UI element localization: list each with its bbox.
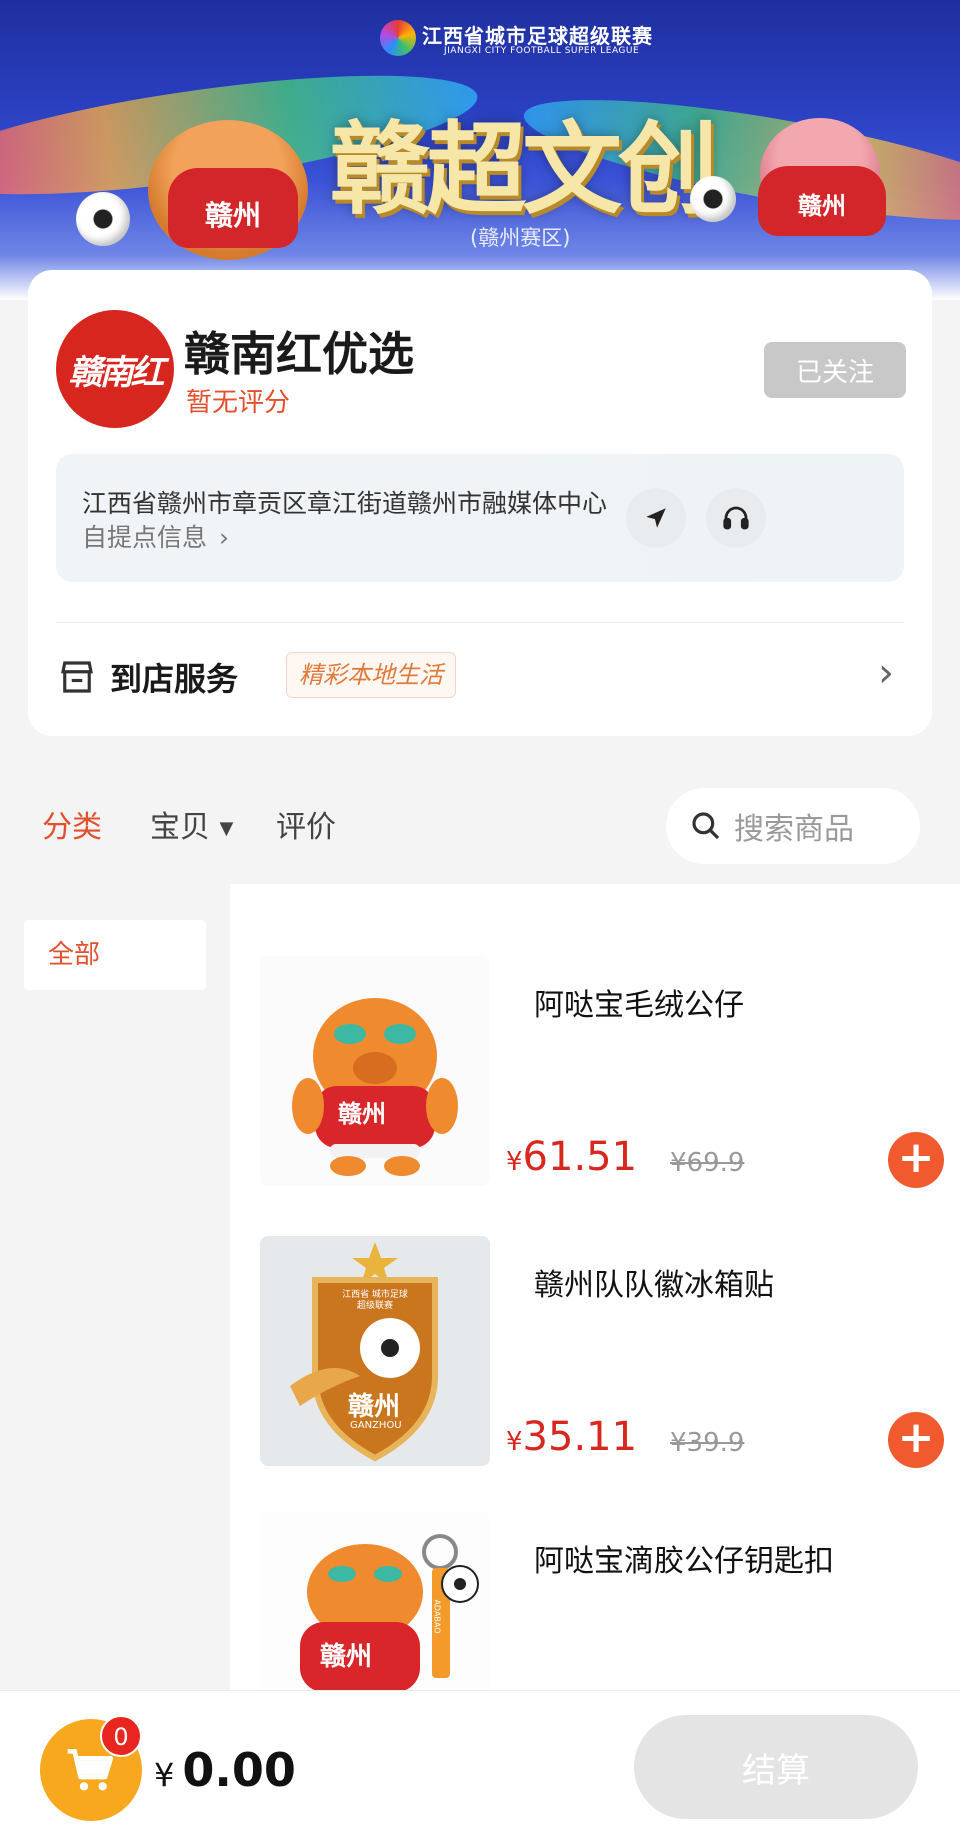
- store-rating: 暂无评分: [186, 388, 291, 418]
- league-title: 江西省城市足球超级联赛: [422, 24, 653, 48]
- mascot-right-shirt: 赣州: [758, 166, 886, 236]
- product-image-label: 赣州: [348, 1392, 401, 1422]
- local-life-tag: 精彩本地生活: [286, 652, 456, 698]
- divider: [56, 622, 904, 623]
- product-card[interactable]: 赣州 ADABAO 阿哒宝滴胶公仔钥匙扣: [260, 1512, 960, 1690]
- tab-items[interactable]: 宝贝 ▼: [150, 802, 233, 846]
- product-card[interactable]: 赣州 阿哒宝毛绒公仔 ¥61.51 ¥69.9 +: [260, 956, 960, 1196]
- follow-button[interactable]: 已关注: [764, 342, 906, 398]
- product-list[interactable]: 赣州 阿哒宝毛绒公仔 ¥61.51 ¥69.9 + 江西省 城市足球超级联赛 赣…: [230, 884, 960, 1690]
- product-image[interactable]: 赣州 ADABAO: [260, 1512, 490, 1690]
- caret-down-icon: ▼: [219, 818, 234, 839]
- product-image-tag: ADABAO: [432, 1599, 442, 1634]
- checkout-button[interactable]: 结算: [634, 1715, 918, 1819]
- in-store-service-row[interactable]: 到店服务 精彩本地生活 ›: [56, 642, 904, 712]
- store-name: 赣南红优选: [184, 327, 414, 381]
- plush-mascot-image: [292, 998, 458, 1176]
- add-to-cart-button[interactable]: +: [888, 1132, 944, 1188]
- league-logo-icon: [380, 20, 416, 56]
- in-store-service-label: 到店服务: [110, 660, 239, 698]
- football-icon: [76, 192, 130, 246]
- product-price: ¥61.51: [506, 1134, 637, 1180]
- original-price: ¥69.9: [670, 1148, 745, 1178]
- navigate-button[interactable]: [626, 488, 686, 548]
- keychain-mascot-image: [300, 1534, 479, 1690]
- league-subtitle: JIANGXI CITY FOOTBALL SUPER LEAGUE: [444, 46, 640, 56]
- tab-reviews[interactable]: 评价: [276, 802, 336, 846]
- store-tabs: 分类 宝贝 ▼ 评价 搜索商品: [0, 784, 960, 864]
- product-name[interactable]: 阿哒宝毛绒公仔: [534, 980, 744, 1024]
- banner-subtitle: (赣州赛区): [470, 226, 571, 250]
- store-icon: [61, 661, 93, 693]
- product-image-label: 赣州: [320, 1642, 373, 1672]
- team-badge-image: [290, 1242, 438, 1462]
- tab-category[interactable]: 分类: [42, 802, 102, 846]
- store-address: 江西省赣州市章贡区章江街道赣州市融媒体中心: [82, 489, 608, 518]
- promo-banner[interactable]: 江西省城市足球超级联赛 JIANGXI CITY FOOTBALL SUPER …: [0, 0, 960, 300]
- chevron-right-icon: ›: [218, 523, 229, 552]
- pickup-info-link[interactable]: 自提点信息 ›: [82, 518, 229, 554]
- tab-items-label: 宝贝: [150, 810, 210, 845]
- product-image-sublabel: GANZHOU: [350, 1420, 402, 1431]
- customer-service-button[interactable]: [706, 488, 766, 548]
- price-value: 35.11: [522, 1414, 638, 1460]
- price-value: 61.51: [522, 1134, 638, 1180]
- product-image-top-text: 江西省 城市足球超级联赛: [342, 1290, 408, 1311]
- banner-title: 赣超文创: [330, 110, 718, 228]
- pickup-info-label: 自提点信息: [82, 523, 208, 552]
- cart-count-badge: 0: [100, 1715, 142, 1757]
- category-sidebar: 全部: [0, 884, 230, 1690]
- add-to-cart-button[interactable]: +: [888, 1412, 944, 1468]
- currency-symbol: ¥: [154, 1756, 175, 1794]
- search-placeholder: 搜索商品: [734, 812, 854, 847]
- headset-icon: [723, 506, 749, 530]
- product-card[interactable]: 江西省 城市足球超级联赛 赣州 GANZHOU 赣州队队徽冰箱贴 ¥35.11 …: [260, 1236, 960, 1476]
- store-card: 赣南红 赣南红优选 暂无评分 已关注 江西省赣州市章贡区章江街道赣州市融媒体中心…: [28, 270, 932, 736]
- store-logo: 赣南红: [56, 310, 174, 428]
- cart-total-value: 0.00: [182, 1743, 296, 1797]
- search-input[interactable]: 搜索商品: [666, 788, 920, 864]
- product-price: ¥35.11: [506, 1414, 637, 1460]
- currency-symbol: ¥: [506, 1427, 523, 1457]
- plus-icon: +: [897, 1412, 935, 1463]
- address-box: 江西省赣州市章贡区章江街道赣州市融媒体中心 自提点信息 ›: [56, 454, 904, 582]
- product-image[interactable]: 赣州: [260, 956, 490, 1186]
- product-name[interactable]: 赣州队队徽冰箱贴: [534, 1260, 774, 1304]
- search-icon: [692, 812, 720, 840]
- product-name[interactable]: 阿哒宝滴胶公仔钥匙扣: [534, 1536, 834, 1580]
- product-image[interactable]: 江西省 城市足球超级联赛 赣州 GANZHOU: [260, 1236, 490, 1466]
- football-icon: [690, 176, 736, 222]
- mascot-left-shirt: 赣州: [168, 168, 298, 248]
- navigation-arrow-icon: [646, 508, 666, 528]
- cart-bar: 0 ¥0.00 结算: [0, 1690, 960, 1842]
- cart-total: ¥0.00: [154, 1743, 296, 1797]
- original-price: ¥39.9: [670, 1428, 745, 1458]
- currency-symbol: ¥: [506, 1147, 523, 1177]
- chevron-right-icon: ›: [878, 650, 894, 696]
- category-item-all[interactable]: 全部: [24, 920, 206, 990]
- plus-icon: +: [897, 1132, 935, 1183]
- product-image-label: 赣州: [338, 1100, 386, 1128]
